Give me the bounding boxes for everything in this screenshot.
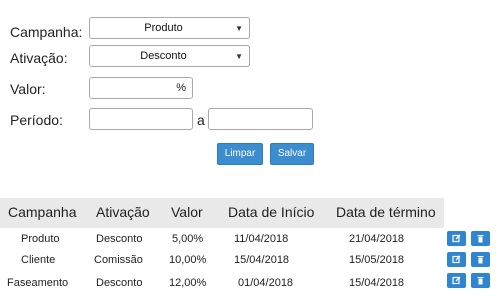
table-cell-data-termino: 21/04/2018 — [349, 233, 405, 245]
trash-icon — [477, 235, 484, 243]
campanha-select-value: Produto — [144, 22, 183, 34]
valor-input[interactable]: % — [89, 77, 193, 99]
trash-icon — [477, 277, 484, 285]
table-cell-campanha: Cliente — [21, 254, 56, 266]
ativacao-select-value: Desconto — [140, 50, 187, 62]
campanha-label: Campanha: — [10, 24, 83, 40]
periodo-separator: a — [197, 112, 205, 128]
periodo-label: Período: — [10, 112, 63, 128]
percent-suffix: % — [176, 82, 186, 94]
table-cell-data-inicio: 01/04/2018 — [238, 277, 294, 289]
limpar-button[interactable]: Limpar — [217, 143, 263, 165]
table-cell-data-termino: 15/05/2018 — [349, 254, 405, 266]
table-cell-ativacao: Desconto — [96, 233, 143, 245]
valor-label: Valor: — [10, 81, 46, 97]
col-header-valor: Valor — [171, 204, 203, 220]
col-header-data-inicio: Data de Início — [228, 204, 315, 220]
edit-icon — [452, 234, 461, 243]
table-cell-valor: 12,00% — [169, 277, 207, 289]
table-cell-ativacao: Desconto — [96, 277, 143, 289]
delete-button[interactable] — [471, 231, 490, 246]
trash-icon — [477, 256, 484, 264]
col-header-campanha: Campanha — [8, 204, 77, 220]
periodo-start-input[interactable] — [89, 108, 193, 130]
edit-icon — [452, 255, 461, 264]
edit-button[interactable] — [447, 252, 466, 267]
col-header-data-termino: Data de término — [336, 204, 436, 220]
table-cell-campanha: Produto — [21, 233, 60, 245]
table-cell-data-termino: 15/04/2018 — [349, 277, 405, 289]
table-cell-ativacao: Comissão — [94, 254, 143, 266]
chevron-down-icon: ▼ — [235, 24, 243, 33]
edit-icon — [452, 276, 461, 285]
table-cell-campanha: Faseamento — [7, 277, 69, 289]
campanha-select[interactable]: Produto ▼ — [89, 17, 250, 39]
table-cell-data-inicio: 15/04/2018 — [234, 254, 290, 266]
delete-button[interactable] — [471, 273, 490, 288]
col-header-ativacao: Ativação — [96, 204, 150, 220]
delete-button[interactable] — [471, 252, 490, 267]
edit-button[interactable] — [447, 273, 466, 288]
table-cell-valor: 5,00% — [172, 233, 204, 245]
chevron-down-icon: ▼ — [235, 52, 243, 61]
edit-button[interactable] — [447, 231, 466, 246]
salvar-button[interactable]: Salvar — [270, 143, 314, 165]
periodo-end-input[interactable] — [208, 108, 313, 130]
ativacao-label: Ativação: — [10, 50, 68, 66]
table-cell-valor: 10,00% — [169, 254, 207, 266]
ativacao-select[interactable]: Desconto ▼ — [89, 45, 250, 67]
table-cell-data-inicio: 11/04/2018 — [234, 233, 289, 245]
